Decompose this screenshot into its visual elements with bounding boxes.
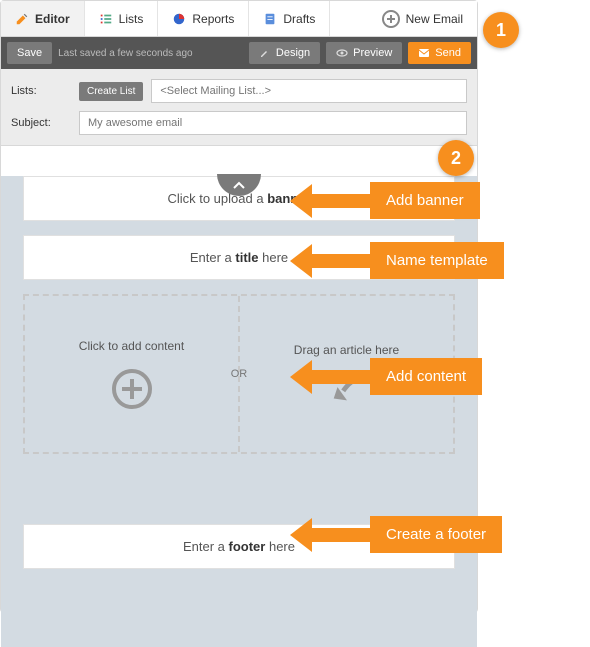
footer-text-pre: Enter a — [183, 539, 229, 554]
pie-icon — [172, 12, 186, 26]
new-email-label: New Email — [406, 12, 463, 26]
tab-reports[interactable]: Reports — [158, 1, 249, 36]
footer-block[interactable]: Enter a footer here — [23, 524, 455, 569]
drag-article-col[interactable]: Drag an article here — [240, 296, 453, 452]
top-tabs: Editor Lists Reports Drafts New Email — [1, 1, 477, 37]
mailing-list-input[interactable] — [151, 79, 467, 103]
footer-text-post: here — [265, 539, 295, 554]
tab-reports-label: Reports — [192, 12, 234, 26]
envelope-icon — [418, 47, 430, 59]
design-label: Design — [276, 47, 310, 59]
send-button[interactable]: Send — [408, 42, 471, 64]
pencil-icon — [15, 12, 29, 26]
tab-drafts[interactable]: Drafts — [249, 1, 330, 36]
tab-lists[interactable]: Lists — [85, 1, 159, 36]
annotation-badge-1: 1 — [483, 12, 519, 48]
form-section: Lists: Create List Subject: — [1, 69, 477, 146]
subject-input[interactable] — [79, 111, 467, 135]
drag-text-post: here — [372, 343, 399, 357]
new-email-button[interactable]: New Email — [368, 1, 477, 36]
eye-icon — [336, 47, 348, 59]
send-label: Send — [435, 47, 461, 59]
add-content-text: Click to add content — [79, 339, 184, 353]
app-window: Editor Lists Reports Drafts New Email — [0, 0, 478, 613]
footer-text-bold: footer — [229, 539, 266, 554]
preview-label: Preview — [353, 47, 392, 59]
design-button[interactable]: Design — [249, 42, 320, 64]
tab-lists-label: Lists — [119, 12, 144, 26]
save-status: Last saved a few seconds ago — [58, 48, 193, 59]
or-divider: OR — [231, 368, 248, 380]
toolbar: Save Last saved a few seconds ago Design… — [1, 37, 477, 69]
tab-drafts-label: Drafts — [283, 12, 315, 26]
plus-circle-icon — [382, 10, 400, 28]
tab-editor-label: Editor — [35, 12, 70, 26]
subject-row: Subject: — [1, 107, 477, 139]
list-icon — [99, 12, 113, 26]
subject-label: Subject: — [11, 117, 71, 129]
add-content-plus-icon[interactable] — [112, 369, 152, 409]
title-text-post: here — [259, 250, 289, 265]
content-zone[interactable]: Click to add content OR Drag an article … — [23, 294, 455, 454]
drag-arrow-icon — [328, 373, 366, 405]
drag-text-pre: Drag an — [294, 343, 340, 357]
annotation-badge-2: 2 — [438, 140, 474, 176]
lists-label: Lists: — [11, 85, 71, 97]
brush-icon — [259, 47, 271, 59]
drafts-icon — [263, 12, 277, 26]
add-content-col[interactable]: Click to add content — [25, 296, 240, 452]
banner-text-bold: banner — [267, 191, 310, 206]
canvas-area: Click to upload a banner Enter a title h… — [1, 176, 477, 647]
banner-text-pre: Click to upload a — [167, 191, 267, 206]
chevron-up-icon — [232, 180, 246, 190]
create-list-button[interactable]: Create List — [79, 82, 143, 101]
drag-text-bold: article — [340, 343, 372, 357]
title-text-bold: title — [235, 250, 258, 265]
lists-row: Lists: Create List — [1, 75, 477, 107]
save-button[interactable]: Save — [7, 42, 52, 64]
title-block[interactable]: Enter a title here — [23, 235, 455, 280]
tab-editor[interactable]: Editor — [1, 1, 85, 36]
email-canvas: Click to upload a banner Enter a title h… — [23, 176, 455, 569]
title-text-pre: Enter a — [190, 250, 236, 265]
preview-button[interactable]: Preview — [326, 42, 402, 64]
